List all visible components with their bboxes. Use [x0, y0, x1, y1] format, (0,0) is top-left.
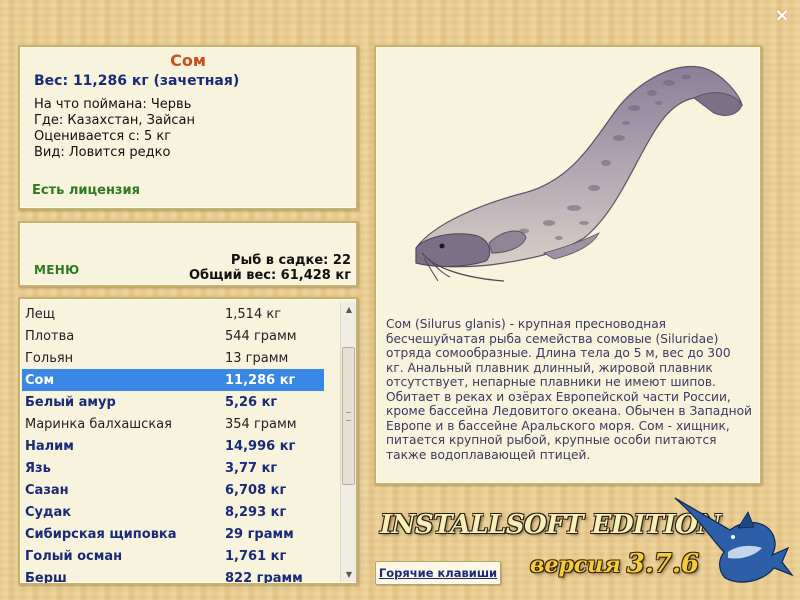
- catch-list-row[interactable]: Налим 14,996 кг: [22, 435, 324, 457]
- catch-fish-name: Маринка балхашская: [25, 416, 172, 432]
- catch-fish-name: Лещ: [25, 306, 56, 322]
- catch-fish-name: Гольян: [25, 350, 74, 366]
- catch-fish-name: Сом: [25, 372, 55, 388]
- fish-weight: Вес: 11,286 кг (зачетная): [34, 73, 240, 89]
- marlin-logo-icon: [674, 497, 794, 583]
- close-button[interactable]: ×: [772, 6, 792, 26]
- catch-fish-weight: 3,77 кг: [225, 460, 278, 476]
- catch-fish-weight: 11,286 кг: [225, 372, 296, 388]
- catch-fish-name: Сибирская щиповка: [25, 526, 177, 542]
- catch-list-row[interactable]: Сазан 6,708 кг: [22, 479, 324, 501]
- catch-list-panel: Лещ 1,514 кг Плотва 544 грамм Гольян 13 грамм…: [18, 297, 358, 585]
- catch-list-row[interactable]: Маринка балхашская 354 грамм: [22, 413, 324, 435]
- hotkeys-button[interactable]: Горячие клавиши: [375, 561, 501, 585]
- catch-list-row[interactable]: Белый амур 5,26 кг: [22, 391, 324, 413]
- catch-fish-weight: 5,26 кг: [225, 394, 278, 410]
- catch-fish-weight: 29 грамм: [225, 526, 294, 542]
- list-scrollbar[interactable]: ▲ ▼: [340, 302, 356, 582]
- catch-list-row[interactable]: Язь 3,77 кг: [22, 457, 324, 479]
- scroll-up-arrow-icon[interactable]: ▲: [341, 302, 356, 317]
- catch-fish-weight: 8,293 кг: [225, 504, 287, 520]
- catch-list-row[interactable]: Голый осман 1,761 кг: [22, 545, 324, 567]
- fish-image-panel: Сом (Silurus glanis) - крупная пресновод…: [374, 45, 762, 485]
- catch-fish-name: Сазан: [25, 482, 69, 498]
- catch-list: Лещ 1,514 кг Плотва 544 грамм Гольян 13 грамм…: [22, 303, 324, 585]
- catch-list-row[interactable]: Судак 8,293 кг: [22, 501, 324, 523]
- rarity-info: Вид: Ловится редко: [34, 145, 171, 160]
- catch-list-row[interactable]: Плотва 544 грамм: [22, 325, 324, 347]
- catch-list-row[interactable]: Сом 11,286 кг: [22, 369, 324, 391]
- catch-fish-name: Берш: [25, 570, 67, 585]
- catch-fish-weight: 822 грамм: [225, 570, 303, 585]
- catch-fish-name: Белый амур: [25, 394, 116, 410]
- value-info: Оценивается с: 5 кг: [34, 129, 172, 144]
- catch-fish-weight: 354 грамм: [225, 416, 297, 432]
- fish-info-panel: Сом Вес: 11,286 кг (зачетная) На что пой…: [18, 45, 358, 210]
- total-weight: Общий вес: 61,428 кг: [188, 268, 351, 283]
- catch-fish-name: Налим: [25, 438, 74, 454]
- fish-description: Сом (Silurus glanis) - крупная пресновод…: [386, 317, 752, 462]
- catfish-image: [415, 65, 743, 282]
- catch-list-row[interactable]: Берш 822 грамм: [22, 567, 324, 585]
- catch-list-row[interactable]: Гольян 13 грамм: [22, 347, 324, 369]
- catch-fish-name: Судак: [25, 504, 72, 520]
- catch-fish-weight: 1,761 кг: [225, 548, 287, 564]
- catch-fish-name: Язь: [25, 460, 51, 476]
- bait-info: На что поймана: Червь: [34, 97, 192, 112]
- catch-list-row[interactable]: Лещ 1,514 кг: [22, 303, 324, 325]
- catch-fish-weight: 14,996 кг: [225, 438, 296, 454]
- version-word: версия: [530, 552, 621, 578]
- catch-count: Рыб в садке: 22: [230, 253, 351, 268]
- license-status: Есть лицензия: [32, 183, 140, 198]
- menu-button[interactable]: МЕНЮ: [34, 263, 79, 277]
- scrollbar-thumb[interactable]: [342, 347, 355, 485]
- catch-fish-weight: 544 грамм: [225, 328, 297, 344]
- menu-stats-panel: МЕНЮ Рыб в садке: 22 Общий вес: 61,428 к…: [18, 221, 358, 287]
- location-info: Где: Казахстан, Зайсан: [34, 113, 196, 128]
- catch-fish-weight: 13 грамм: [225, 350, 289, 366]
- catch-fish-name: Голый осман: [25, 548, 123, 564]
- scroll-down-arrow-icon[interactable]: ▼: [341, 567, 356, 582]
- catch-fish-weight: 1,514 кг: [225, 306, 282, 322]
- fish-name-title: Сом: [170, 51, 206, 70]
- catch-fish-weight: 6,708 кг: [225, 482, 287, 498]
- catch-fish-name: Плотва: [25, 328, 75, 344]
- catch-list-row[interactable]: Сибирская щиповка 29 грамм: [22, 523, 324, 545]
